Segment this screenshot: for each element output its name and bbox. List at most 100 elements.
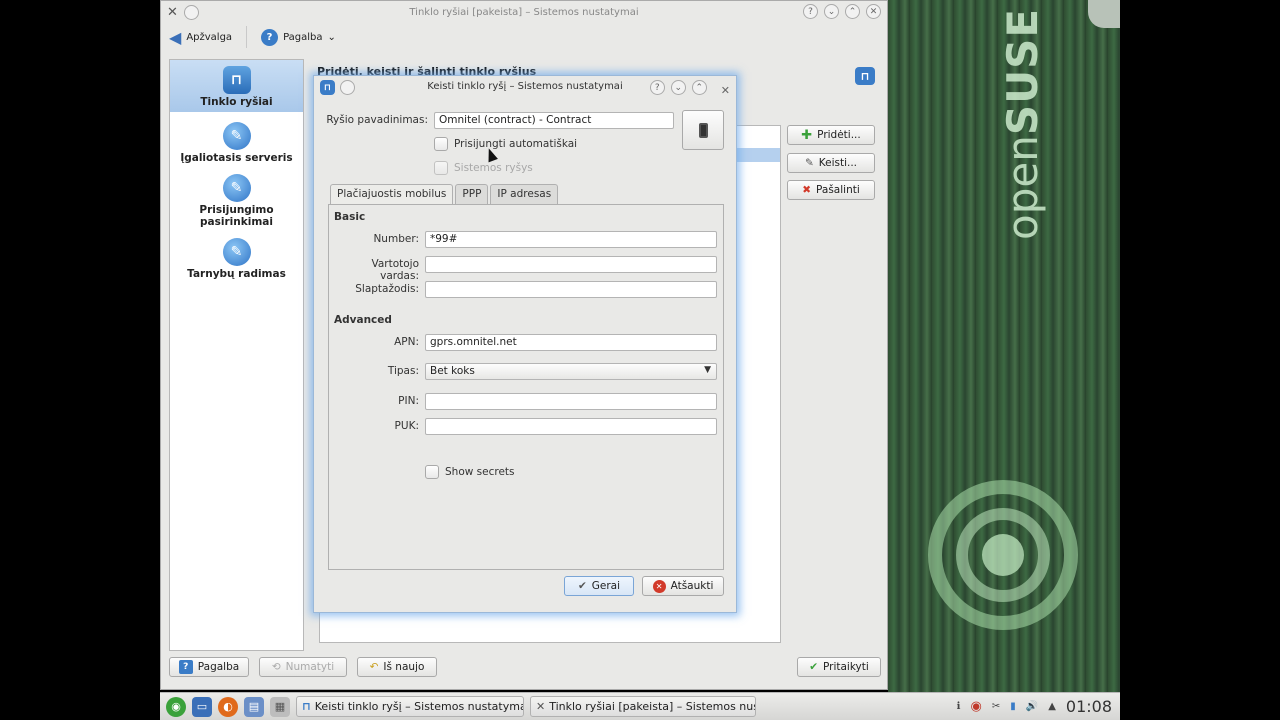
- pager-icon[interactable]: ▦: [270, 696, 290, 717]
- screen: openSUSE ✕ Tinklo ryšiai [pakeista] – Si…: [160, 0, 1120, 720]
- help-icon: ?: [261, 28, 279, 46]
- show-secrets-checkbox[interactable]: [425, 465, 439, 479]
- wrench-icon: ✎: [222, 238, 251, 266]
- firefox-icon[interactable]: ◐: [218, 696, 238, 717]
- desktop-corner-orb[interactable]: [1088, 0, 1120, 28]
- help-menu-button[interactable]: ? Pagalba ⌄: [261, 28, 336, 46]
- help-label: Pagalba: [283, 31, 323, 43]
- task-network-connections[interactable]: ✕ Tinklo ryšiai [pakeista] – Sistemos nu…: [530, 696, 756, 717]
- connection-name-input[interactable]: Omnitel (contract) - Contract: [434, 112, 674, 129]
- help-icon: ?: [178, 660, 193, 674]
- main-window-title: Tinklo ryšiai [pakeista] – Sistemos nust…: [409, 6, 639, 18]
- help-button-label: Pagalba: [197, 661, 240, 673]
- system-tray: ℹ ◉ ✂ ▮ 🔊 ▲ 01:08: [957, 697, 1112, 716]
- tab-mobile-broadband[interactable]: Plačiajuostis mobilus: [330, 184, 454, 205]
- volume-icon[interactable]: 🔊: [1026, 701, 1038, 712]
- apn-input[interactable]: gprs.omnitel.net: [425, 334, 717, 351]
- klipper-icon[interactable]: ✂: [992, 701, 1000, 712]
- add-button[interactable]: ✚ Pridėti...: [787, 125, 875, 145]
- minimize-button[interactable]: ⌄: [824, 4, 839, 19]
- defaults-icon: ⟲: [271, 661, 281, 673]
- system-connection-label: Sistemos ryšys: [454, 162, 533, 174]
- back-arrow-icon: ◀: [169, 27, 182, 47]
- connection-icon-button[interactable]: [682, 110, 724, 150]
- toolbar-separator: [246, 26, 248, 48]
- ok-label: Gerai: [591, 580, 621, 592]
- task-edit-connection[interactable]: ⊓ Keisti tinklo ryšį – Sistemos nustatym…: [296, 696, 524, 717]
- tab-ppp[interactable]: PPP: [455, 184, 489, 204]
- sidebar-item-service-discovery[interactable]: ✎ Tarnybų radimas: [170, 232, 303, 284]
- chevron-down-icon: ▼: [704, 365, 711, 375]
- apply-button[interactable]: ✔ Pritaikyti: [797, 657, 881, 677]
- info-icon[interactable]: ℹ: [957, 701, 961, 712]
- desktop-icon[interactable]: ▭: [192, 696, 212, 717]
- close-icon[interactable]: ✕: [721, 80, 730, 102]
- tab-ip-address[interactable]: IP adresas: [490, 184, 559, 204]
- file-manager-icon[interactable]: ▤: [244, 696, 264, 717]
- sidebar-item-network-connections[interactable]: ⊓ Tinklo ryšiai: [170, 60, 303, 112]
- ok-button[interactable]: ✔ Gerai: [564, 576, 634, 596]
- sticky-button[interactable]: [183, 5, 199, 20]
- defaults-label: Numatyti: [285, 661, 335, 673]
- sidebar-item-proxy[interactable]: ✎ Įgaliotasis serveris: [170, 116, 303, 168]
- advanced-section-heading: Advanced: [334, 314, 392, 326]
- application-launcher-icon[interactable]: ◉: [166, 696, 186, 717]
- sticky-button[interactable]: [340, 80, 355, 95]
- help-button[interactable]: ? Pagalba: [169, 657, 249, 677]
- remove-icon: ✖: [802, 184, 812, 196]
- dialog-title: Keisti tinklo ryšį – Sistemos nustatymai: [427, 81, 623, 92]
- defaults-button[interactable]: ⟲ Numatyti: [259, 657, 347, 677]
- apply-label: Pritaikyti: [823, 661, 869, 673]
- cancel-icon: ✕: [652, 579, 666, 593]
- reset-button[interactable]: ↶ Iš naujo: [357, 657, 437, 677]
- sidebar-item-label: Įgaliotasis serveris: [180, 152, 293, 164]
- record-icon[interactable]: ◉: [970, 699, 981, 714]
- window-menu-icon[interactable]: ✕: [167, 5, 178, 20]
- dialog-tabs: Plačiajuostis mobilus PPP IP adresas: [330, 184, 559, 205]
- help-title-button[interactable]: ?: [649, 80, 665, 95]
- clock[interactable]: 01:08: [1066, 697, 1112, 716]
- main-titlebar[interactable]: ✕ Tinklo ryšiai [pakeista] – Sistemos nu…: [161, 1, 887, 23]
- help-title-button[interactable]: ?: [803, 4, 818, 19]
- cancel-button[interactable]: ✕ Atšaukti: [642, 576, 724, 596]
- network-icon: ⊓: [302, 700, 311, 713]
- overview-button[interactable]: ◀ Apžvalga: [169, 28, 232, 47]
- basic-section-heading: Basic: [334, 211, 366, 223]
- edit-button[interactable]: ✎ Keisti...: [787, 153, 875, 173]
- sidebar-item-connection-preferences[interactable]: ✎ Prisijungimo pasirinkimai: [170, 168, 303, 232]
- type-select[interactable]: Bet koks ▼: [425, 363, 717, 380]
- sidebar-item-label: Tarnybų radimas: [187, 268, 286, 280]
- puk-input[interactable]: [425, 418, 717, 435]
- apn-label: APN:: [394, 336, 419, 348]
- add-label: Pridėti...: [817, 129, 861, 141]
- edit-connection-dialog: ⊓ Keisti tinklo ryšį – Sistemos nustatym…: [313, 75, 737, 613]
- wrench-icon: ✎: [222, 174, 251, 202]
- checkmark-icon: ✔: [577, 580, 587, 592]
- cancel-label: Atšaukti: [670, 580, 714, 592]
- show-secrets-label: Show secrets: [445, 466, 515, 478]
- task-label: Keisti tinklo ryšį – Sistemos nustatymai: [314, 700, 524, 713]
- edit-label: Keisti...: [818, 157, 858, 169]
- pin-label: PIN:: [398, 395, 419, 407]
- maximize-button[interactable]: ⌃: [845, 4, 860, 19]
- sidebar-item-label: Prisijungimo pasirinkimai: [199, 204, 274, 228]
- remove-button[interactable]: ✖ Pašalinti: [787, 180, 875, 200]
- phone-icon: [698, 122, 708, 138]
- plus-icon: ✚: [801, 127, 813, 143]
- number-input[interactable]: *99#: [425, 231, 717, 248]
- password-input[interactable]: [425, 281, 717, 298]
- sidebar-item-label: Tinklo ryšiai: [200, 96, 273, 108]
- username-input[interactable]: [425, 256, 717, 273]
- auto-connect-checkbox[interactable]: [434, 137, 448, 151]
- close-button[interactable]: ✕: [866, 4, 881, 19]
- pin-input[interactable]: [425, 393, 717, 410]
- password-label: Slaptažodis:: [355, 283, 419, 295]
- system-connection-checkbox[interactable]: [434, 161, 448, 175]
- tray-expand-icon[interactable]: ▲: [1048, 701, 1056, 712]
- maximize-button[interactable]: ⌃: [691, 80, 707, 95]
- network-module-icon: ⊓: [855, 67, 875, 85]
- connection-name-label: Ryšio pavadinimas:: [326, 114, 428, 126]
- dialog-titlebar[interactable]: ⊓ Keisti tinklo ryšį – Sistemos nustatym…: [314, 76, 736, 98]
- minimize-button[interactable]: ⌄: [670, 80, 686, 95]
- network-tray-icon[interactable]: ▮: [1010, 701, 1016, 712]
